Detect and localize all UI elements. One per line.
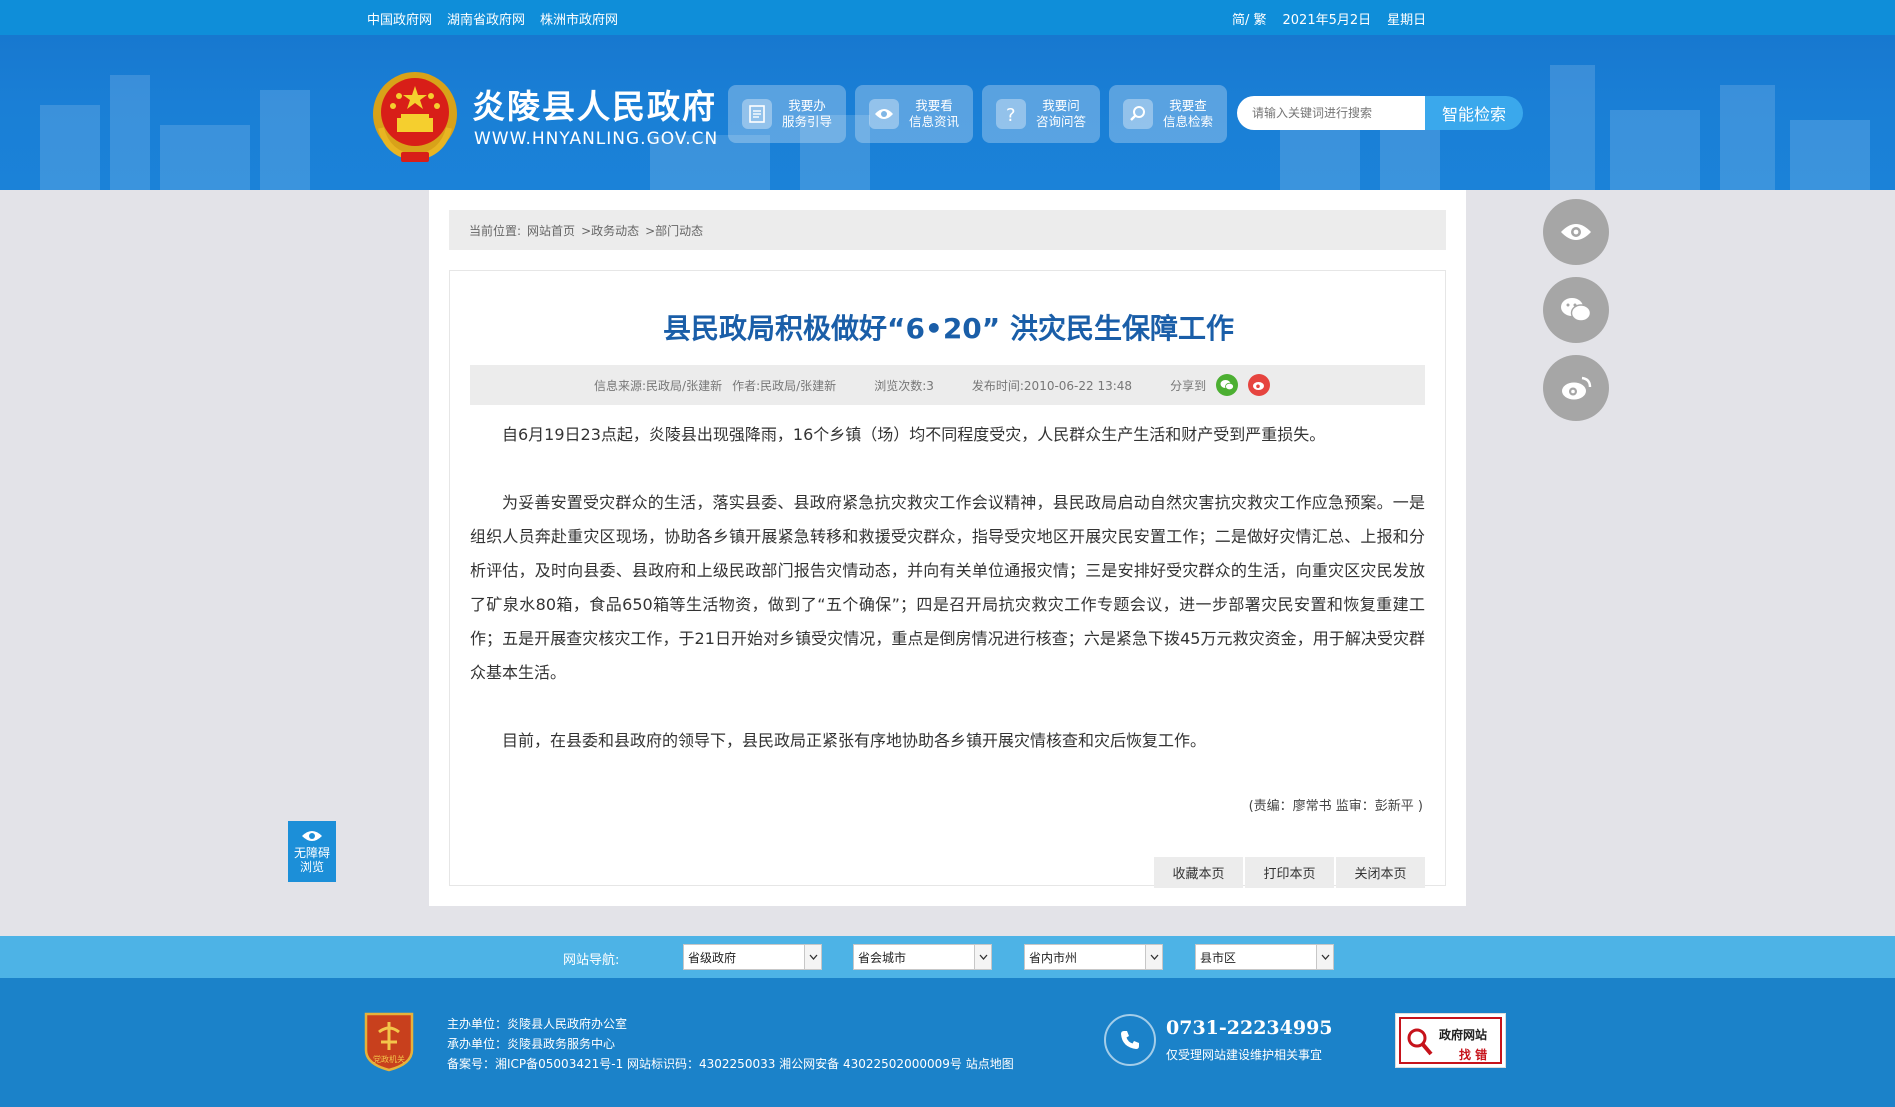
article-paragraph: 为妥善安置受灾群众的生活，落实县委、县政府紧急抗灾救灾工作会议精神，县民政局启动… bbox=[470, 493, 1425, 682]
gov-links: 中国政府网 湖南省政府网 株洲市政府网 bbox=[367, 9, 618, 28]
document-icon bbox=[742, 99, 772, 129]
phone-icon bbox=[1104, 1014, 1156, 1066]
quick-link-sub: 信息资讯 bbox=[909, 114, 960, 129]
breadcrumb-gov-news[interactable]: >政务动态 bbox=[581, 222, 639, 239]
float-weibo-button[interactable] bbox=[1543, 355, 1609, 421]
article: 县民政局积极做好“6•20” 洪灾民生保障工作 信息来源:民政局/张建新 作者:… bbox=[449, 270, 1446, 888]
current-date: 2021年5月2日 bbox=[1282, 13, 1372, 28]
top-utility-bar: 中国政府网 湖南省政府网 株洲市政府网 简/ 繁 2021年5月2日 星期日 bbox=[0, 0, 1895, 35]
meta-author: 作者:民政局/张建新 bbox=[732, 378, 837, 393]
site-nav-label: 网站导航: bbox=[563, 953, 620, 968]
article-body: 自6月19日23点起，炎陵县出现强降雨，16个乡镇（场）均不同程度受灾，人民群众… bbox=[470, 418, 1425, 792]
footer-host: 主办单位：炎陵县人民政府办公室 bbox=[447, 1017, 628, 1031]
lang-switch[interactable]: 简/ 繁 bbox=[1232, 9, 1267, 28]
article-actions: 收藏本页 打印本页 关闭本页 bbox=[1154, 857, 1425, 888]
current-weekday: 星期日 bbox=[1387, 13, 1427, 28]
quick-link-retrieval[interactable]: 我要查 信息检索 bbox=[1109, 85, 1227, 143]
error-report-frame: 政府网站 找 错 bbox=[1399, 1017, 1502, 1064]
topbar-right: 简/ 繁 2021年5月2日 星期日 bbox=[1232, 9, 1426, 28]
breadcrumb-prefix: 当前位置: bbox=[469, 223, 522, 238]
quick-link-title: 我要问 bbox=[1042, 98, 1080, 113]
select-value: 县市区 bbox=[1200, 950, 1237, 965]
quick-link-sub: 信息检索 bbox=[1163, 114, 1214, 129]
article-meta: 信息来源:民政局/张建新 作者:民政局/张建新 浏览次数:3 发布时间:2010… bbox=[470, 365, 1425, 405]
float-wechat-button[interactable] bbox=[1543, 277, 1609, 343]
weibo-icon bbox=[1562, 376, 1592, 400]
bookmark-page-button[interactable]: 收藏本页 bbox=[1154, 857, 1243, 888]
article-paragraph: 自6月19日23点起，炎陵县出现强降雨，16个乡镇（场）均不同程度受灾，人民群众… bbox=[502, 425, 1326, 444]
footer-organizer: 承办单位：炎陵县政务服务中心 bbox=[447, 1037, 616, 1051]
print-page-button[interactable]: 打印本页 bbox=[1245, 857, 1334, 888]
weibo-share-icon[interactable] bbox=[1248, 374, 1271, 396]
select-counties[interactable]: 县市区 bbox=[1195, 944, 1334, 970]
quick-link-info[interactable]: 我要看 信息资讯 bbox=[855, 85, 973, 143]
meta-source: 信息来源:民政局/张建新 bbox=[594, 378, 723, 393]
meta-share-label: 分享到 bbox=[1170, 378, 1207, 393]
quick-link-questions[interactable]: ? 我要问 咨询问答 bbox=[982, 85, 1100, 143]
quick-link-sub: 咨询问答 bbox=[1036, 114, 1087, 129]
link-zhuzhou-gov[interactable]: 株洲市政府网 bbox=[540, 9, 618, 28]
wechat-share-icon[interactable] bbox=[1216, 374, 1239, 396]
select-value: 省级政府 bbox=[688, 950, 737, 965]
magnifier-icon bbox=[1407, 1028, 1433, 1056]
badge-text: 党政机关 bbox=[373, 1054, 405, 1064]
breadcrumb: 当前位置: 网站首页 >政务动态 >部门动态 bbox=[449, 210, 1446, 250]
meta-views: 浏览次数:3 bbox=[874, 378, 934, 393]
footer-record[interactable]: 备案号：湘ICP备05003421号-1 网站标识码：4302250033 湘公… bbox=[447, 1054, 1014, 1074]
article-paragraph: 目前，在县委和县政府的领导下，县民政局正紧张有序地协助各乡镇开展灾情核查和灾后恢… bbox=[502, 731, 1207, 750]
error-report-sub: 找 错 bbox=[1459, 1048, 1488, 1062]
error-report-title: 政府网站 bbox=[1439, 1028, 1488, 1042]
footer-phone-note: 仅受理网站建设维护相关事宜 bbox=[1166, 1048, 1323, 1062]
quick-link-services[interactable]: 我要办 服务引导 bbox=[728, 85, 846, 143]
search-input[interactable] bbox=[1237, 96, 1425, 130]
main-content: 当前位置: 网站首页 >政务动态 >部门动态 县民政局积极做好“6•20” 洪灾… bbox=[429, 190, 1466, 906]
quick-link-title: 我要办 bbox=[788, 98, 826, 113]
eye-icon bbox=[1561, 224, 1591, 240]
breadcrumb-dept-news[interactable]: >部门动态 bbox=[645, 222, 703, 239]
wechat-icon bbox=[1561, 298, 1592, 322]
quick-link-sub: 服务引导 bbox=[782, 114, 833, 129]
site-nav-bar: 网站导航: 省级政府 省会城市 省内市州 县市区 bbox=[0, 936, 1895, 978]
chevron-down-icon bbox=[1316, 945, 1333, 969]
select-provincial-gov[interactable]: 省级政府 bbox=[683, 944, 822, 970]
select-value: 省会城市 bbox=[858, 950, 907, 965]
eye-icon bbox=[869, 99, 899, 129]
site-name[interactable]: 炎陵县人民政府 bbox=[472, 80, 717, 128]
quick-link-title: 我要查 bbox=[1169, 98, 1207, 113]
article-editor: (责编：廖常书 监审：彭新平 ) bbox=[1248, 799, 1423, 814]
chevron-down-icon bbox=[974, 945, 991, 969]
article-title: 县民政局积极做好“6•20” 洪灾民生保障工作 bbox=[663, 312, 1234, 345]
accessibility-label: 无障碍 bbox=[293, 846, 330, 860]
site-footer: 党政机关 主办单位：炎陵县人民政府办公室 承办单位：炎陵县政务服务中心 备案号：… bbox=[0, 978, 1895, 1107]
close-page-button[interactable]: 关闭本页 bbox=[1336, 857, 1425, 888]
smart-search-button[interactable]: 智能检索 bbox=[1425, 96, 1523, 130]
select-province-cities[interactable]: 省内市州 bbox=[1024, 944, 1163, 970]
quick-link-title: 我要看 bbox=[915, 98, 953, 113]
footer-phone: 0731-22234995 bbox=[1166, 1017, 1333, 1039]
accessibility-label: 浏览 bbox=[299, 860, 324, 874]
select-value: 省内市州 bbox=[1029, 950, 1078, 965]
site-header: 炎陵县人民政府 WWW.HNYANLING.GOV.CN 我要办 服务引导 我要看… bbox=[0, 35, 1895, 190]
party-gov-badge-icon[interactable]: 党政机关 bbox=[362, 1010, 416, 1072]
breadcrumb-home[interactable]: 网站首页 bbox=[527, 222, 575, 239]
meta-published: 发布时间:2010-06-22 13:48 bbox=[971, 378, 1133, 393]
eye-icon bbox=[302, 831, 322, 841]
float-eye-button[interactable] bbox=[1543, 199, 1609, 265]
svg-text:?: ? bbox=[1006, 105, 1016, 124]
select-capital-cities[interactable]: 省会城市 bbox=[853, 944, 992, 970]
chevron-down-icon bbox=[1145, 945, 1162, 969]
link-china-gov[interactable]: 中国政府网 bbox=[367, 9, 432, 28]
search-icon bbox=[1123, 99, 1153, 129]
site-domain: WWW.HNYANLING.GOV.CN bbox=[474, 129, 719, 149]
gov-site-error-report-button[interactable]: 政府网站 找 错 bbox=[1395, 1013, 1506, 1068]
accessibility-button[interactable]: 无障碍 浏览 bbox=[288, 821, 336, 882]
footer-info: 主办单位：炎陵县人民政府办公室 承办单位：炎陵县政务服务中心 备案号：湘ICP备… bbox=[447, 1014, 1014, 1074]
link-hunan-gov[interactable]: 湖南省政府网 bbox=[447, 9, 525, 28]
chevron-down-icon bbox=[804, 945, 821, 969]
question-icon: ? bbox=[996, 99, 1026, 129]
national-emblem-icon[interactable] bbox=[367, 68, 463, 168]
